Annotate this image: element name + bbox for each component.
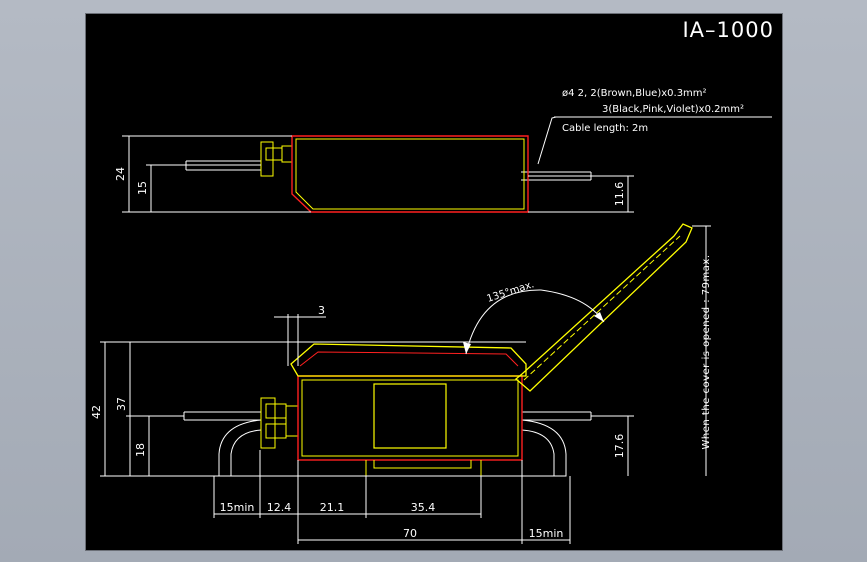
side-right-dimensions xyxy=(591,225,711,476)
side-din-rail xyxy=(365,460,482,477)
angle-label: 135°max. xyxy=(486,279,536,305)
side-connector xyxy=(260,397,299,449)
side-bottom-dimensions xyxy=(213,450,571,544)
dim-connector-12-4: 12.4 xyxy=(267,501,292,514)
top-dimensions xyxy=(122,135,634,213)
cable-spec-line-3: Cable length: 2m xyxy=(562,123,648,134)
side-display-window xyxy=(373,383,447,449)
lever-width-dim xyxy=(274,314,326,366)
top-body-inner xyxy=(295,138,525,210)
dim-body-height-37: 37 xyxy=(115,397,128,411)
dim-section-21-1: 21.1 xyxy=(320,501,345,514)
top-view: 24 15 11.6 xyxy=(114,135,634,213)
side-cover xyxy=(290,343,527,377)
cover-open-note: When the cover is opened : 79max. xyxy=(701,254,712,449)
cable-spec-note: ø4 2, 2(Brown,Blue)x0.3mm² 3(Black,Pink,… xyxy=(537,88,772,165)
side-left-cable xyxy=(183,411,262,477)
cable-spec-line-2: 3(Black,Pink,Violet)x0.2mm² xyxy=(602,104,744,115)
dim-section-35-4: 35.4 xyxy=(411,501,436,514)
dim-left-bend-15min: 15min xyxy=(220,501,255,514)
dim-body-length-70: 70 xyxy=(403,527,417,540)
technical-drawing: IA–1000 ø4 2, 2(Brown,Blue)x0.3mm² 3(Bla… xyxy=(90,18,774,544)
cable-spec-leader xyxy=(537,116,557,165)
dim-lever-width: 3 xyxy=(318,304,325,317)
dim-total-height-42: 42 xyxy=(90,405,103,419)
side-body-inner xyxy=(301,379,519,457)
dim-right-bend-15min: 15min xyxy=(529,527,564,540)
side-opened-cover-inner xyxy=(523,235,681,381)
drawing-title: IA–1000 xyxy=(682,18,774,42)
top-dim-15: 15 xyxy=(136,181,149,195)
side-right-cable xyxy=(521,411,592,477)
top-body-outline xyxy=(291,135,529,213)
side-view: 135°max. 3 42 37 18 17.6 When the cover … xyxy=(90,223,712,544)
top-dim-24: 24 xyxy=(114,167,127,181)
top-connector xyxy=(260,141,293,177)
dim-right-cable-height-17-6: 17.6 xyxy=(613,434,626,459)
angle-arc xyxy=(463,289,605,355)
side-body-outline xyxy=(297,375,523,461)
top-dim-11-6: 11.6 xyxy=(613,182,626,207)
dim-cable-height-18: 18 xyxy=(134,443,147,457)
side-cover-inner xyxy=(299,351,519,367)
drawing-viewport[interactable]: IA–1000 ø4 2, 2(Brown,Blue)x0.3mm² 3(Bla… xyxy=(85,13,783,551)
cable-spec-line-1: ø4 2, 2(Brown,Blue)x0.3mm² xyxy=(562,88,707,99)
